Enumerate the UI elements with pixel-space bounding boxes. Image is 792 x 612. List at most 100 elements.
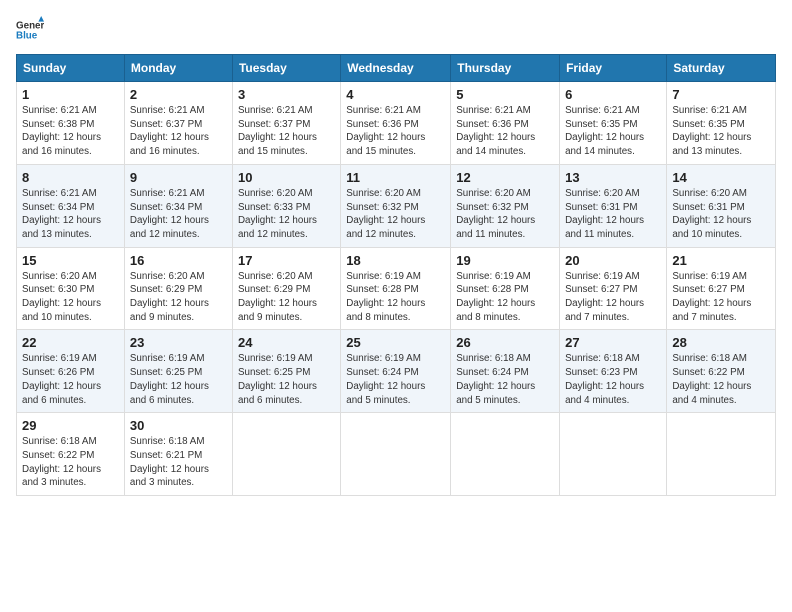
- day-number: 19: [456, 253, 554, 268]
- day-number: 7: [672, 87, 770, 102]
- day-number: 22: [22, 335, 119, 350]
- calendar-cell: 3 Sunrise: 6:21 AMSunset: 6:37 PMDayligh…: [232, 82, 340, 165]
- day-info: Sunrise: 6:20 AMSunset: 6:31 PMDaylight:…: [565, 187, 661, 242]
- day-info: Sunrise: 6:21 AMSunset: 6:35 PMDaylight:…: [565, 104, 661, 159]
- day-info: Sunrise: 6:21 AMSunset: 6:34 PMDaylight:…: [22, 187, 119, 242]
- calendar-cell: 26 Sunrise: 6:18 AMSunset: 6:24 PMDaylig…: [451, 330, 560, 413]
- calendar-week-5: 29 Sunrise: 6:18 AMSunset: 6:22 PMDaylig…: [17, 413, 776, 496]
- calendar-cell: [232, 413, 340, 496]
- col-header-sunday: Sunday: [17, 55, 125, 82]
- calendar-cell: 23 Sunrise: 6:19 AMSunset: 6:25 PMDaylig…: [124, 330, 232, 413]
- calendar-cell: 8 Sunrise: 6:21 AMSunset: 6:34 PMDayligh…: [17, 164, 125, 247]
- day-number: 3: [238, 87, 335, 102]
- logo: General Blue: [16, 16, 44, 44]
- day-info: Sunrise: 6:21 AMSunset: 6:37 PMDaylight:…: [130, 104, 227, 159]
- svg-text:Blue: Blue: [16, 30, 38, 41]
- calendar-cell: 1 Sunrise: 6:21 AMSunset: 6:38 PMDayligh…: [17, 82, 125, 165]
- day-number: 14: [672, 170, 770, 185]
- calendar-cell: 10 Sunrise: 6:20 AMSunset: 6:33 PMDaylig…: [232, 164, 340, 247]
- day-number: 1: [22, 87, 119, 102]
- day-number: 2: [130, 87, 227, 102]
- calendar-week-1: 1 Sunrise: 6:21 AMSunset: 6:38 PMDayligh…: [17, 82, 776, 165]
- day-info: Sunrise: 6:21 AMSunset: 6:38 PMDaylight:…: [22, 104, 119, 159]
- day-info: Sunrise: 6:21 AMSunset: 6:36 PMDaylight:…: [456, 104, 554, 159]
- calendar-cell: 27 Sunrise: 6:18 AMSunset: 6:23 PMDaylig…: [560, 330, 667, 413]
- day-number: 4: [346, 87, 445, 102]
- day-info: Sunrise: 6:19 AMSunset: 6:28 PMDaylight:…: [456, 270, 554, 325]
- day-number: 25: [346, 335, 445, 350]
- calendar-cell: 11 Sunrise: 6:20 AMSunset: 6:32 PMDaylig…: [341, 164, 451, 247]
- day-number: 11: [346, 170, 445, 185]
- day-info: Sunrise: 6:20 AMSunset: 6:29 PMDaylight:…: [130, 270, 227, 325]
- day-info: Sunrise: 6:19 AMSunset: 6:25 PMDaylight:…: [238, 352, 335, 407]
- day-info: Sunrise: 6:18 AMSunset: 6:22 PMDaylight:…: [672, 352, 770, 407]
- calendar-cell: 16 Sunrise: 6:20 AMSunset: 6:29 PMDaylig…: [124, 247, 232, 330]
- day-info: Sunrise: 6:19 AMSunset: 6:25 PMDaylight:…: [130, 352, 227, 407]
- calendar-cell: 28 Sunrise: 6:18 AMSunset: 6:22 PMDaylig…: [667, 330, 776, 413]
- day-number: 20: [565, 253, 661, 268]
- day-info: Sunrise: 6:18 AMSunset: 6:24 PMDaylight:…: [456, 352, 554, 407]
- day-number: 28: [672, 335, 770, 350]
- day-info: Sunrise: 6:19 AMSunset: 6:26 PMDaylight:…: [22, 352, 119, 407]
- col-header-wednesday: Wednesday: [341, 55, 451, 82]
- day-number: 16: [130, 253, 227, 268]
- calendar-cell: 18 Sunrise: 6:19 AMSunset: 6:28 PMDaylig…: [341, 247, 451, 330]
- calendar-cell: [451, 413, 560, 496]
- day-number: 17: [238, 253, 335, 268]
- day-info: Sunrise: 6:20 AMSunset: 6:33 PMDaylight:…: [238, 187, 335, 242]
- calendar-cell: 9 Sunrise: 6:21 AMSunset: 6:34 PMDayligh…: [124, 164, 232, 247]
- day-number: 9: [130, 170, 227, 185]
- calendar-cell: 7 Sunrise: 6:21 AMSunset: 6:35 PMDayligh…: [667, 82, 776, 165]
- day-number: 12: [456, 170, 554, 185]
- page: General Blue SundayMondayTuesdayWednesda…: [0, 0, 792, 612]
- day-info: Sunrise: 6:20 AMSunset: 6:29 PMDaylight:…: [238, 270, 335, 325]
- day-number: 8: [22, 170, 119, 185]
- calendar-cell: [667, 413, 776, 496]
- day-number: 6: [565, 87, 661, 102]
- day-info: Sunrise: 6:21 AMSunset: 6:36 PMDaylight:…: [346, 104, 445, 159]
- calendar-cell: 13 Sunrise: 6:20 AMSunset: 6:31 PMDaylig…: [560, 164, 667, 247]
- day-number: 13: [565, 170, 661, 185]
- calendar-week-3: 15 Sunrise: 6:20 AMSunset: 6:30 PMDaylig…: [17, 247, 776, 330]
- day-number: 30: [130, 418, 227, 433]
- logo-icon: General Blue: [16, 16, 44, 44]
- day-number: 18: [346, 253, 445, 268]
- calendar-table: SundayMondayTuesdayWednesdayThursdayFrid…: [16, 54, 776, 496]
- day-number: 21: [672, 253, 770, 268]
- calendar-cell: [560, 413, 667, 496]
- calendar-cell: 2 Sunrise: 6:21 AMSunset: 6:37 PMDayligh…: [124, 82, 232, 165]
- day-info: Sunrise: 6:18 AMSunset: 6:23 PMDaylight:…: [565, 352, 661, 407]
- calendar-cell: 5 Sunrise: 6:21 AMSunset: 6:36 PMDayligh…: [451, 82, 560, 165]
- calendar-cell: 25 Sunrise: 6:19 AMSunset: 6:24 PMDaylig…: [341, 330, 451, 413]
- col-header-thursday: Thursday: [451, 55, 560, 82]
- calendar-cell: 30 Sunrise: 6:18 AMSunset: 6:21 PMDaylig…: [124, 413, 232, 496]
- day-number: 23: [130, 335, 227, 350]
- col-header-saturday: Saturday: [667, 55, 776, 82]
- day-info: Sunrise: 6:18 AMSunset: 6:21 PMDaylight:…: [130, 435, 227, 490]
- calendar-cell: 12 Sunrise: 6:20 AMSunset: 6:32 PMDaylig…: [451, 164, 560, 247]
- day-number: 10: [238, 170, 335, 185]
- day-number: 27: [565, 335, 661, 350]
- day-info: Sunrise: 6:21 AMSunset: 6:35 PMDaylight:…: [672, 104, 770, 159]
- day-number: 24: [238, 335, 335, 350]
- calendar-week-2: 8 Sunrise: 6:21 AMSunset: 6:34 PMDayligh…: [17, 164, 776, 247]
- calendar-cell: 21 Sunrise: 6:19 AMSunset: 6:27 PMDaylig…: [667, 247, 776, 330]
- day-info: Sunrise: 6:20 AMSunset: 6:32 PMDaylight:…: [346, 187, 445, 242]
- day-number: 26: [456, 335, 554, 350]
- day-info: Sunrise: 6:19 AMSunset: 6:28 PMDaylight:…: [346, 270, 445, 325]
- calendar-cell: 19 Sunrise: 6:19 AMSunset: 6:28 PMDaylig…: [451, 247, 560, 330]
- day-number: 5: [456, 87, 554, 102]
- calendar-week-4: 22 Sunrise: 6:19 AMSunset: 6:26 PMDaylig…: [17, 330, 776, 413]
- day-info: Sunrise: 6:21 AMSunset: 6:37 PMDaylight:…: [238, 104, 335, 159]
- day-info: Sunrise: 6:19 AMSunset: 6:27 PMDaylight:…: [672, 270, 770, 325]
- calendar-cell: 22 Sunrise: 6:19 AMSunset: 6:26 PMDaylig…: [17, 330, 125, 413]
- calendar-cell: [341, 413, 451, 496]
- day-info: Sunrise: 6:19 AMSunset: 6:27 PMDaylight:…: [565, 270, 661, 325]
- calendar-cell: 20 Sunrise: 6:19 AMSunset: 6:27 PMDaylig…: [560, 247, 667, 330]
- day-number: 15: [22, 253, 119, 268]
- calendar-cell: 15 Sunrise: 6:20 AMSunset: 6:30 PMDaylig…: [17, 247, 125, 330]
- calendar-header-row: SundayMondayTuesdayWednesdayThursdayFrid…: [17, 55, 776, 82]
- header: General Blue: [16, 16, 776, 44]
- day-info: Sunrise: 6:21 AMSunset: 6:34 PMDaylight:…: [130, 187, 227, 242]
- calendar-cell: 17 Sunrise: 6:20 AMSunset: 6:29 PMDaylig…: [232, 247, 340, 330]
